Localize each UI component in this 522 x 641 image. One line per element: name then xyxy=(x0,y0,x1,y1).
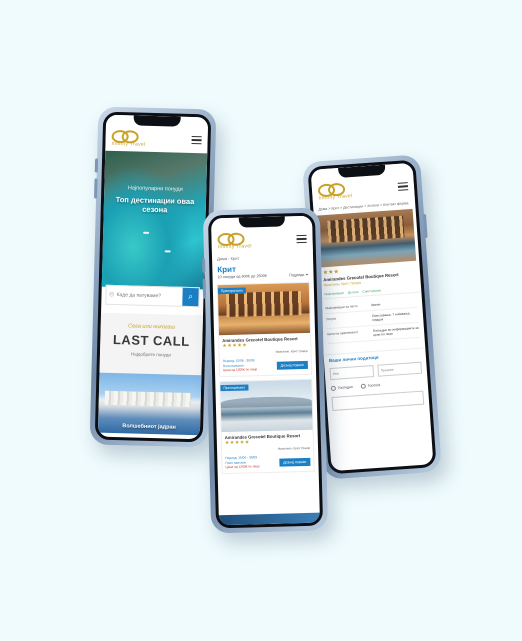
volume-button xyxy=(94,178,98,199)
hotel-info: Период: 15/06 - 30/09 Полн пансион Цена … xyxy=(225,455,260,470)
more-button[interactable]: Дознај повеќе xyxy=(279,457,311,467)
lastcall-section: Сега или никогаш LAST CALL Најдобрите по… xyxy=(99,312,204,376)
table-key: Информации за патот xyxy=(325,303,358,311)
boat-shape xyxy=(143,231,150,234)
town-image xyxy=(104,390,191,408)
hamburger-menu-icon[interactable] xyxy=(191,136,202,145)
phone-destination: Infinity Travel Дома › Крит Крит 10 пону… xyxy=(202,207,329,534)
radio-label: Господин xyxy=(337,384,354,390)
more-button[interactable]: Дознај повеќе xyxy=(276,360,308,370)
search-bar: ⌾ ⌕ xyxy=(105,284,200,308)
screen-home: Infinity Travel Најпопуларни понуди Топ … xyxy=(97,114,209,440)
radio-mrs[interactable]: Госпоѓа xyxy=(360,383,381,389)
breadcrumb-home[interactable]: Дома xyxy=(217,256,227,261)
hero-banner: Најпопуларни понуди Топ дестинации оваа … xyxy=(101,150,208,290)
radio-icon xyxy=(360,383,367,389)
bezel: Infinity Travel Дома > Крит > Дестинации… xyxy=(307,159,437,475)
hero-title: Топ дестинации оваа сезона xyxy=(115,194,195,215)
boat-shape xyxy=(164,250,171,253)
sort-label: Подреди xyxy=(288,272,305,278)
logo[interactable]: Infinity Travel xyxy=(111,129,145,147)
lastcall-subtitle: Најдобрите понуди xyxy=(130,351,171,358)
hotel-photo xyxy=(316,208,417,268)
breadcrumb-current: Крит xyxy=(230,255,240,261)
tab-accommodation[interactable]: Сместување xyxy=(362,288,381,293)
info-table: Информации за патот Авион Услуга Сместув… xyxy=(320,292,425,348)
table-value: Сместување, 7 ноќевања, појадок xyxy=(371,311,411,322)
search-input[interactable] xyxy=(116,286,183,306)
hotel-card[interactable]: Препорачано Amirandes Grecotel Boutique … xyxy=(216,281,313,378)
volume-button xyxy=(202,278,207,299)
phone-home: Infinity Travel Најпопуларни понуди Топ … xyxy=(89,106,217,448)
featured-badge: Препорачано xyxy=(217,287,246,295)
hotel-photo: Препорачано xyxy=(217,282,311,336)
logo[interactable]: Infinity Travel xyxy=(318,182,352,201)
hotel-price: Цена од 1200€ по лице xyxy=(225,464,260,470)
mockup-scene: Infinity Travel Најпопуларни понуди Топ … xyxy=(0,0,522,641)
tab-details[interactable]: Детали xyxy=(348,290,359,295)
notch xyxy=(238,216,285,228)
next-card-peek xyxy=(218,512,321,526)
hotel-info: Период: 15/06 - 30/09 Полн пансион Цена … xyxy=(223,358,258,373)
search-button[interactable]: ⌕ xyxy=(182,287,199,307)
radio-icon xyxy=(330,385,337,392)
hamburger-menu-icon[interactable] xyxy=(397,182,409,191)
radio-mr[interactable]: Господин xyxy=(330,384,354,392)
hotel-photo: Препорачано xyxy=(220,379,313,433)
hotel-card[interactable]: Препорачано Amirandes Grecotel Boutique … xyxy=(219,378,315,475)
infinity-logo-icon xyxy=(318,182,343,194)
hamburger-menu-icon[interactable] xyxy=(296,234,307,244)
table-value: Авион xyxy=(371,302,381,308)
table-key: Цена на аранжманот xyxy=(326,330,359,337)
hotel-details: Период: 15/06 - 30/09 Полн пансион Цена … xyxy=(222,444,314,473)
lastcall-title: LAST CALL xyxy=(112,331,190,349)
notch xyxy=(133,115,181,127)
promo-caption: Волшебниот јадран xyxy=(122,423,176,431)
volume-button xyxy=(202,258,206,273)
first-name-field[interactable]: Име xyxy=(329,365,375,381)
volume-button xyxy=(94,158,99,173)
sort-button[interactable]: Подреди ⏷ xyxy=(289,273,309,278)
hotel-side: Ираклион, Крит, Грција Дознај повеќе xyxy=(278,445,311,469)
breadcrumb-separator: › xyxy=(228,255,230,261)
tab-info[interactable]: Информации xyxy=(324,291,344,296)
lastcall-kicker: Сега или никогаш xyxy=(128,323,176,331)
bezel: Infinity Travel Дома › Крит Крит 10 пону… xyxy=(207,212,324,529)
filter-icon: ⏷ xyxy=(305,272,309,277)
hotel-location: Ираклион, Крит, Грција xyxy=(275,348,308,354)
last-name-field[interactable]: Презиме xyxy=(377,361,423,377)
screen-destination: Infinity Travel Дома › Крит Крит 10 пону… xyxy=(210,215,321,526)
featured-badge: Препорачано xyxy=(220,384,249,392)
infinity-logo-icon xyxy=(112,129,136,140)
hotel-price: Цена од 1200€ по лице xyxy=(222,367,258,373)
search-icon: ⌕ xyxy=(188,291,193,302)
infinity-logo-icon xyxy=(217,232,241,243)
hotel-side: Ираклион, Крит, Грција Дознај повеќе xyxy=(276,349,308,372)
location-pin-icon: ⌾ xyxy=(109,289,115,299)
power-button xyxy=(422,213,428,239)
hotel-details: Период: 15/06 - 30/09 Полн пансион Цена … xyxy=(219,347,311,376)
radio-label: Госпоѓа xyxy=(367,383,381,388)
table-value: Погледни во информациите за цени по лице xyxy=(372,325,419,337)
hero-subtitle: Најпопуларни понуди xyxy=(127,185,183,193)
logo[interactable]: Infinity Travel xyxy=(217,232,252,250)
result-count: 10 понуди од 600€ до 2500€ xyxy=(217,273,268,280)
bezel: Infinity Travel Најпопуларни понуди Топ … xyxy=(94,111,212,443)
promo-card[interactable]: Волшебниот јадран xyxy=(97,372,202,436)
screen-contact: Infinity Travel Дома > Крит > Дестинации… xyxy=(310,162,434,472)
hotel-location: Ираклион, Крит, Грција xyxy=(278,445,311,451)
table-key: Услуга xyxy=(325,316,336,322)
